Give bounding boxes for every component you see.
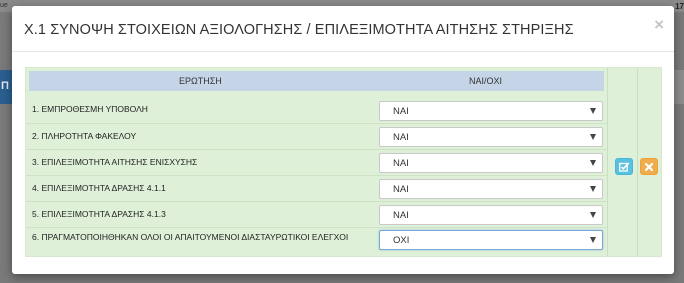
table-row: 4. ΕΠΙΛΕΞΙΜΟΤΗΤΑ ΔΡΑΣΗΣ 4.1.1 ΝΑΙ <box>26 175 607 201</box>
answer-value: ΝΑΙ <box>393 106 409 117</box>
table-row: 6. ΠΡΑΓΜΑΤΟΠΟΙΗΘΗΚΑΝ ΟΛΟΙ ΟΙ ΑΠΑΙΤΟΥΜΕΝΟ… <box>26 227 607 256</box>
chevron-down-icon <box>590 134 596 140</box>
table-row: 1. ΕΜΠΡΟΘΕΣΜΗ ΥΠΟΒΟΛΗ ΝΑΙ <box>26 97 607 123</box>
delete-button[interactable] <box>640 158 658 175</box>
answer-select[interactable]: ΝΑΙ <box>379 127 603 147</box>
table-header: ΕΡΩΤΗΣΗ ΝΑΙ/ΟΧΙ <box>29 71 604 91</box>
answer-select[interactable]: ΝΑΙ <box>379 205 603 225</box>
questions-column: ΕΡΩΤΗΣΗ ΝΑΙ/ΟΧΙ 1. ΕΜΠΡΟΘΕΣΜΗ ΥΠΟΒΟΛΗ ΝΑ… <box>26 68 607 256</box>
table-row: 2. ΠΛΗΡΟΤΗΤΑ ΦΑΚΕΛΟΥ ΝΑΙ <box>26 123 607 149</box>
chevron-down-icon <box>590 160 596 166</box>
chevron-down-icon <box>590 186 596 192</box>
answer-value: ΝΑΙ <box>393 132 409 143</box>
chevron-down-icon <box>590 212 596 218</box>
edit-column <box>607 68 637 256</box>
question-label: 4. ΕΠΙΛΕΞΙΜΟΤΗΤΑ ΔΡΑΣΗΣ 4.1.1 <box>32 183 166 193</box>
answer-select[interactable]: ΝΑΙ <box>379 179 603 199</box>
answer-select[interactable]: ΝΑΙ <box>379 153 603 173</box>
header-answer: ΝΑΙ/ΟΧΙ <box>469 76 503 86</box>
header-question: ΕΡΩΤΗΣΗ <box>179 76 222 86</box>
answer-select[interactable]: ΝΑΙ <box>379 101 603 121</box>
edit-check-icon <box>619 162 630 172</box>
answer-value: ΝΑΙ <box>393 184 409 195</box>
evaluation-table: ΕΡΩΤΗΣΗ ΝΑΙ/ΟΧΙ 1. ΕΜΠΡΟΘΕΣΜΗ ΥΠΟΒΟΛΗ ΝΑ… <box>25 67 662 257</box>
table-row: 3. ΕΠΙΛΕΞΙΜΟΤΗΤΑ ΑΙΤΗΣΗΣ ΕΝΙΣΧΥΣΗΣ ΝΑΙ <box>26 149 607 175</box>
backdrop-text-left: ue <box>0 2 8 9</box>
modal-dialog: Χ.1 ΣΥΝΟΨΗ ΣΤΟΙΧΕΙΩΝ ΑΞΙΟΛΟΓΗΣΗΣ / ΕΠΙΛΕ… <box>12 6 674 274</box>
answer-value: ΝΑΙ <box>393 158 409 169</box>
question-label: 6. ΠΡΑΓΜΑΤΟΠΟΙΗΘΗΚΑΝ ΟΛΟΙ ΟΙ ΑΠΑΙΤΟΥΜΕΝΟ… <box>32 232 349 242</box>
backdrop-text-right: 17 <box>675 2 684 11</box>
backdrop-blue-text: Π <box>1 80 9 92</box>
close-button[interactable]: × <box>654 16 664 33</box>
modal-header: Χ.1 ΣΥΝΟΨΗ ΣΤΟΙΧΕΙΩΝ ΑΞΙΟΛΟΓΗΣΗΣ / ΕΠΙΛΕ… <box>12 6 674 52</box>
answer-value: ΝΑΙ <box>393 210 409 221</box>
backdrop-blue-button: Π <box>0 70 12 104</box>
question-label: 2. ΠΛΗΡΟΤΗΤΑ ΦΑΚΕΛΟΥ <box>32 131 137 141</box>
chevron-down-icon <box>590 108 596 114</box>
delete-column <box>637 68 661 256</box>
question-label: 3. ΕΠΙΛΕΞΙΜΟΤΗΤΑ ΑΙΤΗΣΗΣ ΕΝΙΣΧΥΣΗΣ <box>32 157 198 167</box>
answer-select[interactable]: ΟΧΙ <box>379 230 603 250</box>
table-row: 5. ΕΠΙΛΕΞΙΜΟΤΗΤΑ ΔΡΑΣΗΣ 4.1.3 ΝΑΙ <box>26 201 607 227</box>
chevron-down-icon <box>590 237 596 243</box>
edit-button[interactable] <box>615 158 633 175</box>
answer-value: ΟΧΙ <box>393 235 410 246</box>
modal-title: Χ.1 ΣΥΝΟΨΗ ΣΤΟΙΧΕΙΩΝ ΑΞΙΟΛΟΓΗΣΗΣ / ΕΠΙΛΕ… <box>24 22 574 38</box>
question-label: 1. ΕΜΠΡΟΘΕΣΜΗ ΥΠΟΒΟΛΗ <box>32 104 148 114</box>
question-label: 5. ΕΠΙΛΕΞΙΜΟΤΗΤΑ ΔΡΑΣΗΣ 4.1.3 <box>32 209 166 219</box>
delete-x-icon <box>644 162 654 172</box>
